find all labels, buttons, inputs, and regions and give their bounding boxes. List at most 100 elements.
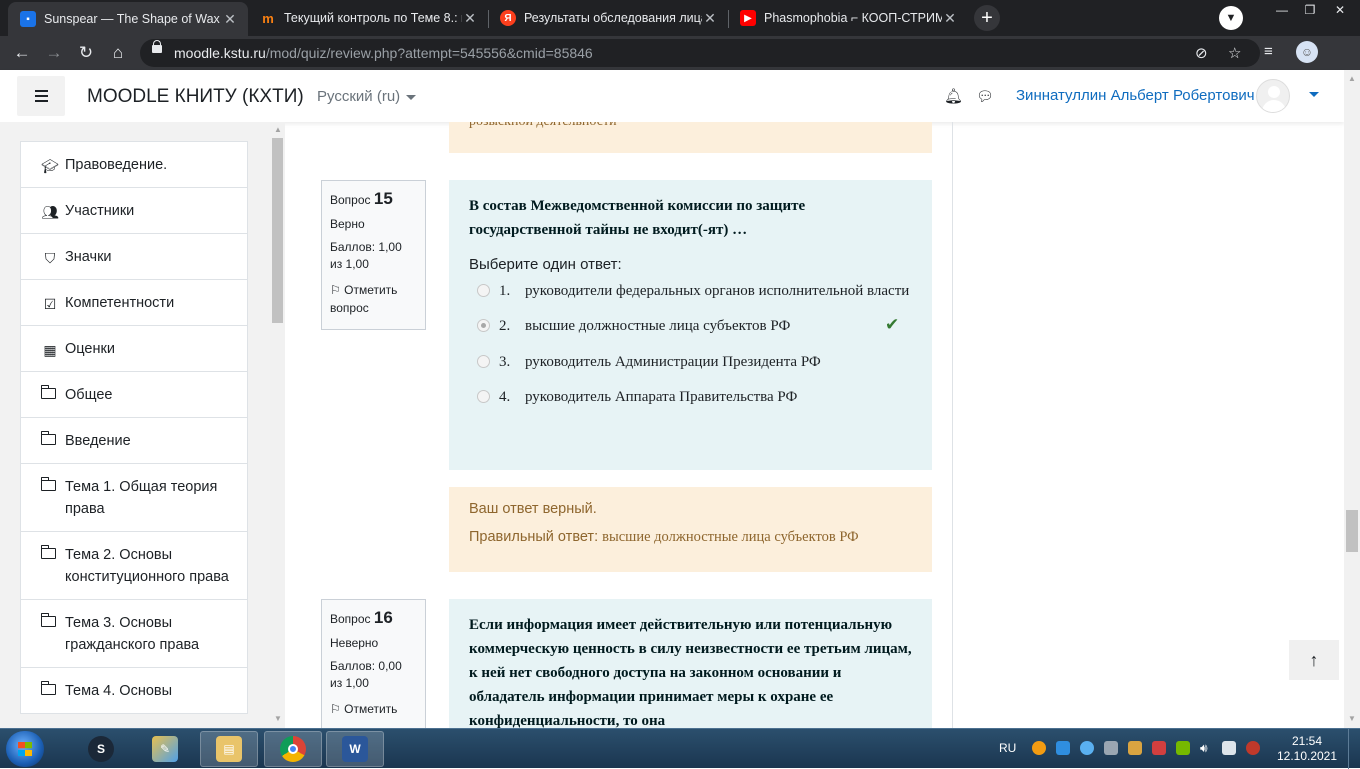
question-16-info: Вопрос 16 Неверно Баллов: 0,00 из 1,00 ⚐… <box>321 599 426 728</box>
volume-icon[interactable]: 🔊︎ <box>1200 741 1214 755</box>
quiz-review-content: розыскной деятельности Вопрос 15 Верно Б… <box>285 122 953 728</box>
tray-app-icon[interactable] <box>1080 741 1094 755</box>
tray-app-icon[interactable] <box>1246 741 1260 755</box>
close-icon[interactable]: ✕ <box>462 10 478 27</box>
folder-icon <box>40 545 56 559</box>
taskbar-clock[interactable]: 21:54 12.10.2021 <box>1276 734 1338 764</box>
flag-icon: ⚐ <box>330 283 341 297</box>
radio-button-checked[interactable] <box>477 319 490 332</box>
folder-icon <box>40 385 56 399</box>
feedback-text: Ваш ответ верный. <box>469 501 597 517</box>
radio-button[interactable] <box>477 355 490 368</box>
radio-button[interactable] <box>477 284 490 297</box>
drawer-item-badges[interactable]: ⛉ Значки <box>20 234 248 280</box>
user-menu-name[interactable]: Зиннатуллин Альберт Робертович <box>1016 87 1255 104</box>
browser-tab-moodle-test[interactable]: m Текущий контроль по Теме 8.: п ✕ <box>248 0 488 36</box>
restore-icon[interactable]: ❐ <box>1296 0 1324 22</box>
input-language[interactable]: RU <box>999 741 1016 755</box>
tray-app-icon[interactable] <box>1032 741 1046 755</box>
answer-option-selected[interactable]: 2. высшие должностные лица субъектов РФ … <box>469 314 912 338</box>
drawer-scrollbar-thumb[interactable] <box>272 138 283 323</box>
drawer-item-course[interactable]: 🎓︎ Правоведение. <box>20 141 248 188</box>
answer-option[interactable]: 1. руководители федеральных органов испо… <box>469 279 912 303</box>
drawer-item-label: Тема 1. Общая теория права <box>65 479 218 517</box>
drawer-toggle-button[interactable] <box>17 76 65 116</box>
folder-icon <box>40 431 56 445</box>
right-answer: Правильный ответ: высшие должностные лиц… <box>469 529 859 545</box>
back-icon[interactable]: ← <box>10 41 34 65</box>
drawer-item-competencies[interactable]: ☑ Компетентности <box>20 280 248 326</box>
tray-app-icon[interactable] <box>1128 741 1142 755</box>
flag-question-link[interactable]: ⚐ Отметить вопрос <box>330 281 417 317</box>
drawer-item-topic-3[interactable]: Тема 3. Основы гражданского права <box>20 600 248 668</box>
answer-option[interactable]: 4. руководитель Аппарата Правительства Р… <box>469 385 912 409</box>
tab-search-icon[interactable]: ▼ <box>1219 6 1243 30</box>
answer-text: руководитель Администрации Президента РФ <box>525 354 821 370</box>
back-to-top-button[interactable]: ↑ <box>1289 640 1339 680</box>
browser-tab-sunspear[interactable]: ▪ Sunspear — The Shape of Wax ✕ <box>8 2 248 36</box>
user-avatar[interactable] <box>1256 79 1290 113</box>
drawer-item-participants[interactable]: 👥︎ Участники <box>20 188 248 234</box>
drawer-item-intro[interactable]: Введение <box>20 418 248 464</box>
tray-app-icon[interactable] <box>1104 741 1118 755</box>
scroll-down-icon[interactable]: ▼ <box>270 712 286 726</box>
page-scrollbar-thumb[interactable] <box>1346 510 1358 552</box>
minimize-icon[interactable]: — <box>1268 0 1296 22</box>
url-input[interactable]: moodle.kstu.ru/mod/quiz/review.php?attem… <box>140 39 1260 67</box>
drawer-item-topic-1[interactable]: Тема 1. Общая теория права <box>20 464 248 532</box>
flag-question-link[interactable]: ⚐ Отметить <box>330 700 417 718</box>
scroll-up-icon[interactable]: ▲ <box>1344 72 1360 86</box>
tray-app-icon[interactable] <box>1056 741 1070 755</box>
taskbar-word[interactable]: W <box>326 731 384 767</box>
bell-icon[interactable]: 🔔︎ <box>944 87 963 105</box>
drawer-item-general[interactable]: Общее <box>20 372 248 418</box>
question-state: Неверно <box>330 636 379 650</box>
drawer-item-grades[interactable]: ▦ Оценки <box>20 326 248 372</box>
question-number: Вопрос 15 <box>330 189 393 208</box>
messages-icon[interactable]: 💬︎ <box>976 88 994 105</box>
scroll-down-icon[interactable]: ▼ <box>1344 712 1360 726</box>
drawer-item-topic-2[interactable]: Тема 2. Основы конституционного права <box>20 532 248 600</box>
nvidia-icon[interactable] <box>1176 741 1190 755</box>
folder-icon: ▤ <box>216 736 242 762</box>
taskbar-explorer[interactable]: ▤ <box>200 731 258 767</box>
language-menu[interactable]: Русский (ru) <box>317 88 417 105</box>
page-scrollbar[interactable] <box>1344 70 1360 728</box>
browser-tab-results[interactable]: Я Результаты обследования лица, ✕ <box>488 0 728 36</box>
new-tab-button[interactable]: + <box>974 5 1000 31</box>
close-icon[interactable]: ✕ <box>942 10 958 27</box>
answer-text: высшие должностные лица субъектов РФ <box>525 318 791 334</box>
tray-app-icon[interactable] <box>1152 741 1166 755</box>
site-brand[interactable]: MOODLE КНИТУ (КХТИ) <box>87 86 304 108</box>
caret-down-icon[interactable] <box>1309 92 1319 97</box>
tab-title: Sunspear — The Shape of Wax <box>44 12 220 26</box>
tab-title: Phasmophobia ⌐ КООП-СТРИМ <box>764 11 942 25</box>
network-icon[interactable] <box>1222 741 1236 755</box>
graduation-cap-icon: 🎓︎ <box>41 158 59 174</box>
window-close-icon[interactable]: ✕ <box>1326 0 1354 22</box>
answer-text: руководители федеральных органов исполни… <box>525 283 910 299</box>
radio-button[interactable] <box>477 390 490 403</box>
start-button[interactable] <box>6 731 44 767</box>
reload-icon[interactable]: ↻ <box>74 41 98 65</box>
star-icon[interactable]: ☆ <box>1228 44 1241 62</box>
question-grade: Баллов: 1,00 из 1,00 <box>330 240 402 271</box>
profile-avatar-icon[interactable]: ☺ <box>1296 41 1318 63</box>
scroll-up-icon[interactable]: ▲ <box>270 123 286 137</box>
taskbar-steam[interactable]: S <box>72 731 130 767</box>
os-taskbar: S ✎ ▤ W RU 🔊︎ 21:54 12.10.2021 <box>0 728 1360 769</box>
close-icon[interactable]: ✕ <box>222 11 238 28</box>
reading-list-icon[interactable]: ≡ <box>1264 43 1273 60</box>
shield-icon: ⛉ <box>44 250 56 266</box>
eye-slash-icon[interactable]: ⊘ <box>1195 44 1208 62</box>
close-icon[interactable]: ✕ <box>702 10 718 27</box>
taskbar-paint[interactable]: ✎ <box>136 731 194 767</box>
drawer-item-topic-4[interactable]: Тема 4. Основы <box>20 668 248 714</box>
show-desktop-button[interactable] <box>1348 729 1360 769</box>
forward-icon[interactable]: → <box>42 41 66 65</box>
answer-option[interactable]: 3. руководитель Администрации Президента… <box>469 350 912 374</box>
home-icon[interactable]: ⌂ <box>106 41 130 65</box>
question-number: Вопрос 16 <box>330 608 393 627</box>
taskbar-chrome[interactable] <box>264 731 322 767</box>
browser-tab-phasmophobia[interactable]: ▶ Phasmophobia ⌐ КООП-СТРИМ ✕ <box>728 0 968 36</box>
